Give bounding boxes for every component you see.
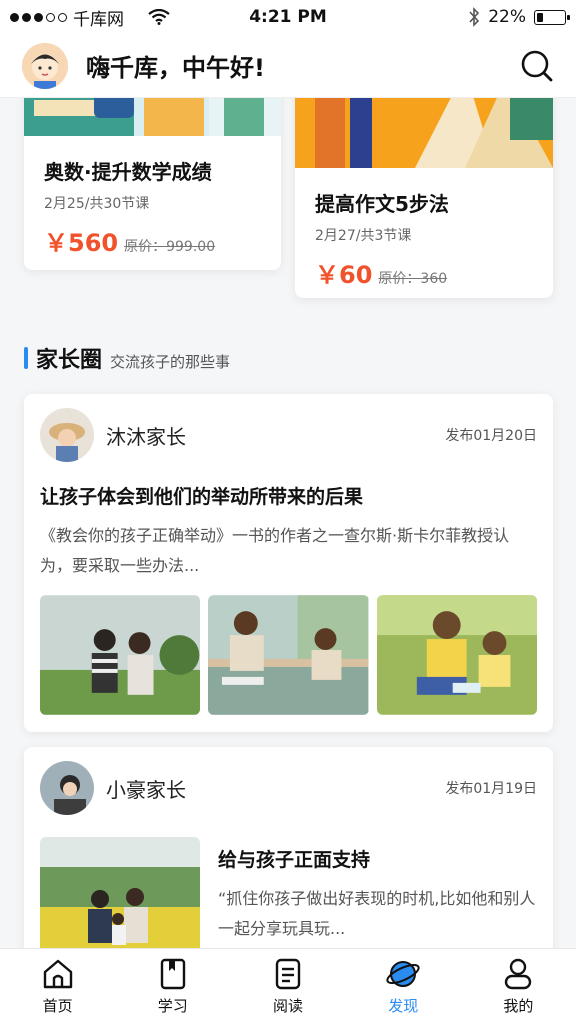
tab-label: 发现 [388,997,419,1015]
author-name[interactable]: 小豪家长 [106,774,445,803]
discover-planet-icon [386,961,420,987]
post-date: 发布01月20日 [445,428,537,444]
author-avatar[interactable] [40,761,94,815]
post-excerpt: 《教会你的孩子正确举动》一书的作者之一查尔斯·斯卡尔菲教授认为，要采取一些办法.… [40,526,510,575]
course-price: ￥560 [44,229,119,257]
battery-icon [534,9,570,25]
status-bar: 千库网 4:21 PM 22% [0,0,576,34]
section-header: 家长圈 交流孩子的那些事 [24,342,230,374]
author-name[interactable]: 沐沐家长 [106,421,445,450]
section-accent-bar [24,347,28,369]
greeting-text: 嗨千库，中午好! [86,54,265,82]
tab-label: 我的 [503,997,534,1015]
bluetooth-icon [469,7,480,27]
post-card[interactable]: 小豪家长 发布01月19日 给与孩子正面支持 “抓住你孩子做出好表现的时机,比如… [24,747,553,977]
section-subtitle: 交流孩子的那些事 [110,353,231,371]
tab-profile[interactable]: 我的 [461,949,576,1024]
status-time: 4:21 PM [249,7,327,27]
post-photo[interactable] [376,595,537,715]
post-date: 发布01月19日 [445,781,537,797]
profile-icon [505,958,532,990]
book-icon [160,958,185,990]
post-title[interactable]: 给与孩子正面支持 [218,845,537,872]
post-photo[interactable] [40,595,201,715]
reading-icon [275,958,301,990]
tab-study[interactable]: 学习 [115,949,230,1024]
carrier-name: 千库网 [73,9,124,30]
course-meta: 2月27/共3节课 [315,228,412,244]
app-header: 嗨千库，中午好! [0,34,576,98]
tab-label: 阅读 [273,997,304,1015]
tab-discover[interactable]: 发现 [346,949,461,1024]
wifi-icon [148,9,170,25]
course-price: ￥60 [315,261,373,289]
course-original-price: 原价：360 [378,271,448,287]
post-card[interactable]: 沐沐家长 发布01月20日 让孩子体会到他们的举动所带来的后果 《教会你的孩子正… [24,394,553,732]
home-icon [43,959,72,989]
signal-icon [10,12,67,22]
course-meta: 2月25/共30节课 [44,196,150,212]
battery-percent: 22% [488,7,526,27]
search-icon[interactable] [520,49,554,83]
course-title: 奥数·提升数学成绩 [44,160,212,184]
tab-home[interactable]: 首页 [0,949,115,1024]
tab-reading[interactable]: 阅读 [230,949,345,1024]
course-title: 提高作文5步法 [315,192,449,216]
section-title: 家长圈 [36,348,103,373]
post-title[interactable]: 让孩子体会到他们的举动所带来的后果 [40,482,553,509]
user-avatar[interactable] [22,42,68,89]
tab-label: 首页 [42,997,73,1015]
post-excerpt: “抓住你孩子做出好表现的时机,比如他和别人一起分享玩具玩... [218,889,536,938]
bottom-tab-bar: 首页 学习 阅读 发现 我的 [0,948,576,1024]
post-photo[interactable] [208,595,369,715]
course-original-price: 原价：999.00 [124,239,216,255]
tab-label: 学习 [157,997,188,1015]
author-avatar[interactable] [40,408,94,462]
